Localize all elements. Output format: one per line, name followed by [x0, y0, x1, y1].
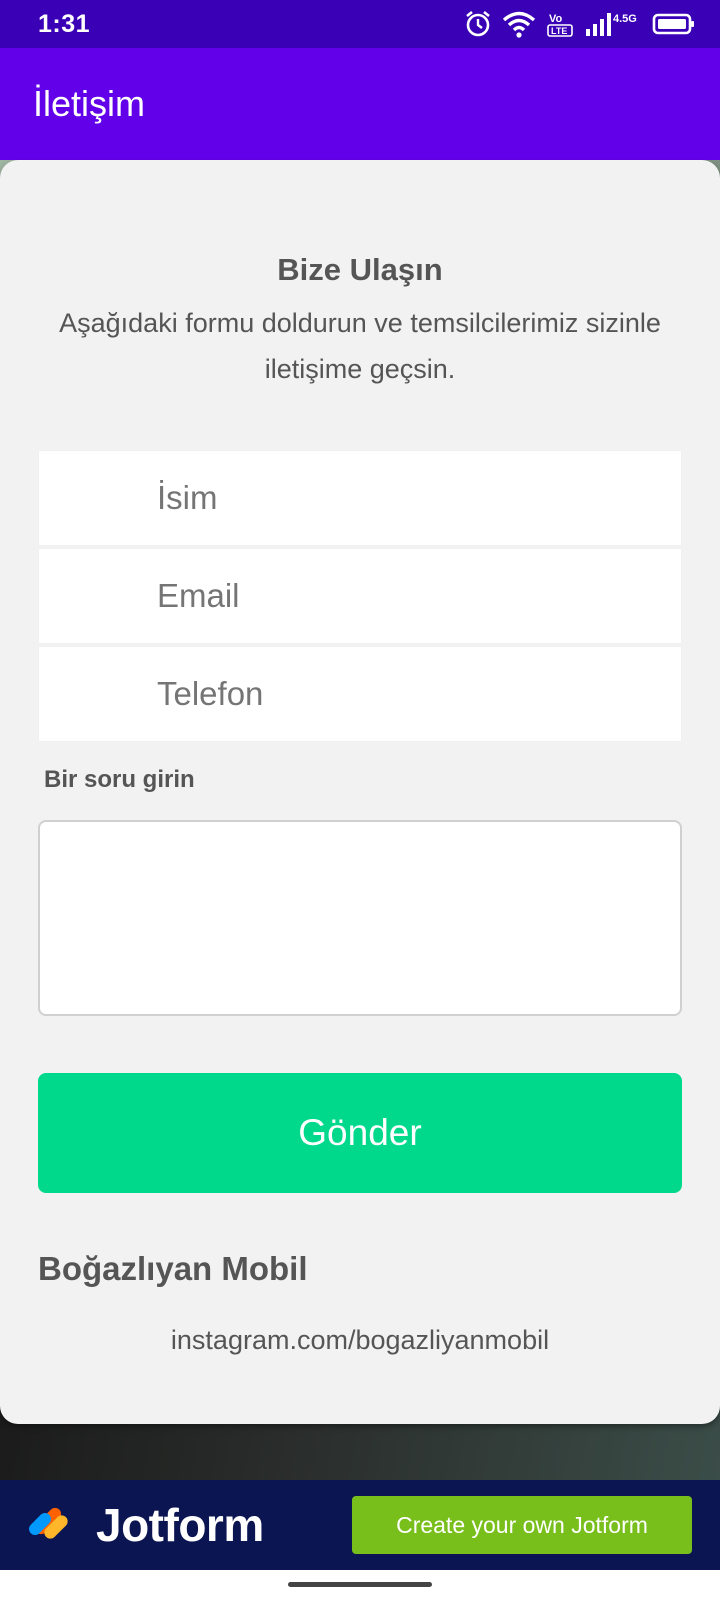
jotform-logo-icon [29, 1507, 68, 1545]
network-label: 4.5G [613, 13, 637, 25]
home-gesture-handle[interactable] [288, 1582, 432, 1587]
app-bar: İletişim [0, 48, 720, 160]
alarm-icon [466, 10, 490, 37]
phone-input[interactable] [157, 675, 681, 713]
svg-text:Vo: Vo [549, 13, 563, 25]
page-title: İletişim [33, 83, 146, 124]
company-name: Boğazlıyan Mobil [38, 1250, 308, 1287]
status-icons: Vo LTE 4.5G [464, 10, 696, 38]
email-input[interactable] [157, 577, 681, 615]
name-field[interactable] [38, 450, 682, 546]
jotform-bar: Jotform Create your own Jotform [0, 1480, 720, 1570]
battery-icon [652, 13, 694, 35]
status-bar: 1:31 Vo LTE 4.5G [0, 0, 720, 48]
question-label: Bir soru girin [44, 766, 195, 793]
jotform-logo[interactable]: Jotform [28, 1498, 264, 1552]
signal-icon: 4.5G [586, 13, 637, 36]
form-title: Bize Ulaşın [277, 252, 443, 287]
navigation-bar [0, 1570, 720, 1600]
status-time: 1:31 [38, 9, 91, 38]
form-subtitle: Aşağıdaki formu doldurun ve temsilcileri… [59, 308, 661, 384]
email-field[interactable] [38, 548, 682, 644]
contact-form-card: Bize Ulaşın Aşağıdaki formu doldurun ve … [0, 160, 720, 1424]
wifi-icon [502, 11, 536, 38]
phone-field[interactable] [38, 646, 682, 742]
company-link[interactable]: instagram.com/bogazliyanmobil [0, 1325, 720, 1356]
jotform-wordmark: Jotform [96, 1499, 264, 1551]
question-textarea[interactable] [38, 820, 682, 1016]
volte-icon: Vo LTE [547, 13, 573, 37]
create-jotform-button[interactable]: Create your own Jotform [352, 1496, 692, 1554]
submit-button[interactable]: Gönder [38, 1073, 682, 1193]
svg-text:LTE: LTE [551, 26, 567, 36]
name-input[interactable] [157, 479, 681, 517]
